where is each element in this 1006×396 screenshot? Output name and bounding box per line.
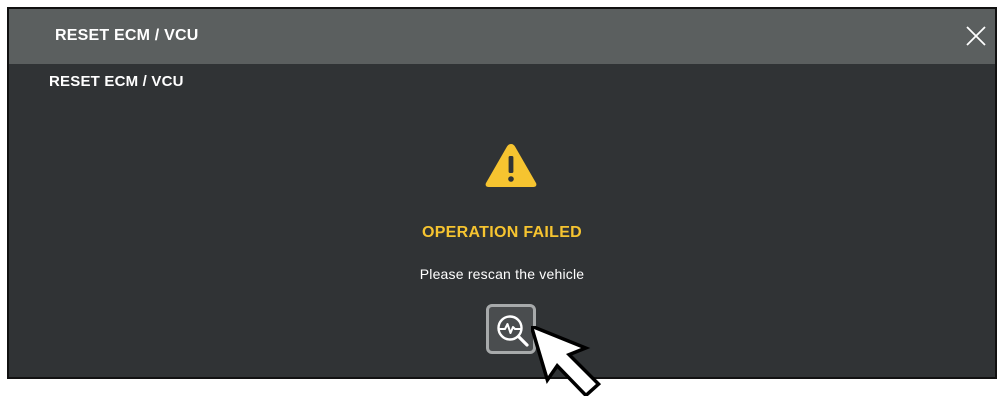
close-icon [966, 26, 986, 46]
rescan-search-pulse-icon [497, 315, 529, 347]
rescan-button[interactable] [486, 304, 536, 354]
dialog-title: RESET ECM / VCU [55, 27, 199, 44]
warning-icon [485, 144, 537, 187]
status-message: Please rescan the vehicle [419, 266, 585, 282]
close-button[interactable] [963, 23, 989, 49]
section-title: RESET ECM / VCU [49, 73, 184, 90]
status-title: OPERATION FAILED [421, 224, 583, 241]
reset-ecm-vcu-dialog: RESET ECM / VCU RESET ECM / VCU OPERATIO… [7, 7, 997, 379]
dialog-titlebar: RESET ECM / VCU [9, 9, 995, 64]
